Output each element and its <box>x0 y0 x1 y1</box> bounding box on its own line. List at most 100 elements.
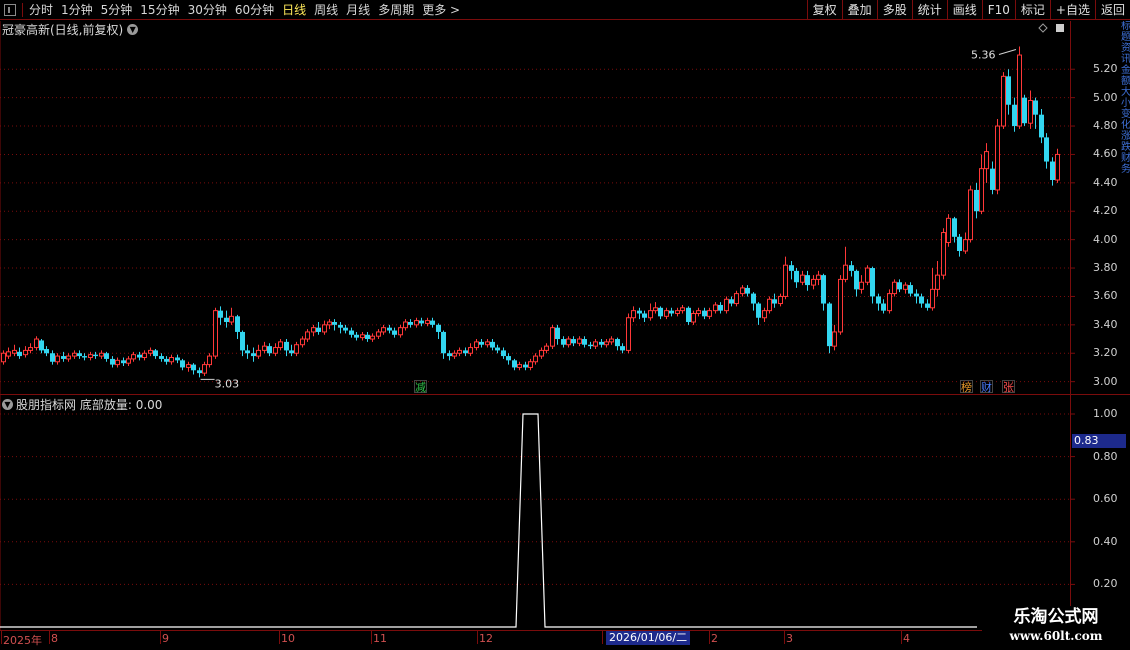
indicator-tick-label: 1.00 <box>1093 407 1118 420</box>
candle-down <box>316 327 321 332</box>
candle-up <box>675 310 680 314</box>
indicator-tick-label: 0.80 <box>1093 449 1118 463</box>
candle-up <box>131 354 136 360</box>
event-marker[interactable]: 张 <box>1002 380 1015 394</box>
candle-down <box>343 327 348 331</box>
candle-up <box>452 352 457 357</box>
candle-down <box>408 322 413 325</box>
candle-up <box>12 349 17 354</box>
candle-up <box>767 298 772 312</box>
candle-up <box>941 232 946 276</box>
high-arrow <box>998 49 1017 55</box>
watermark-title: 乐淘公式网 <box>1013 607 1099 627</box>
candle-down <box>495 347 500 351</box>
candle-down <box>164 358 169 362</box>
current-value-badge: 0.83 <box>1072 434 1126 448</box>
low-price-label: 3.03 <box>215 377 240 390</box>
candle-up <box>1017 54 1022 127</box>
candle-down <box>870 268 875 297</box>
indicator-tick-label: 0.60 <box>1093 492 1118 506</box>
candle-up <box>207 355 212 366</box>
candle-up <box>984 151 989 170</box>
candle-down <box>110 358 115 365</box>
candle-up <box>783 264 788 297</box>
price-tick-label: 4.20 <box>1093 204 1118 218</box>
candle-down <box>561 339 566 345</box>
candle-down <box>789 265 794 271</box>
candle-up <box>707 310 712 317</box>
candle-down <box>794 270 799 283</box>
price-chart[interactable]: 5.36 3.03 <box>0 0 1130 650</box>
candle-up <box>1055 153 1060 181</box>
candle-down <box>224 317 229 322</box>
candle-down <box>501 350 506 357</box>
candle-down <box>104 353 109 359</box>
candle-up <box>963 239 968 252</box>
price-tick-label: 3.00 <box>1093 374 1118 388</box>
candle-down <box>914 293 919 297</box>
candle-up <box>6 351 11 357</box>
candle-down <box>952 218 957 237</box>
candle-up <box>577 338 582 344</box>
candle-up <box>740 287 745 295</box>
event-marker[interactable]: 减 <box>414 380 427 394</box>
candle-down <box>441 331 446 354</box>
price-tick-label: 4.60 <box>1093 147 1118 161</box>
candle-down <box>419 320 424 324</box>
candle-down <box>251 353 256 357</box>
candle-down <box>191 364 196 371</box>
candle-down <box>436 324 441 332</box>
event-marker[interactable]: 财 <box>980 380 993 394</box>
candle-up <box>457 349 462 354</box>
candle-up <box>305 331 310 340</box>
candle-down <box>153 350 158 357</box>
candle-up <box>843 264 848 280</box>
candle-up <box>1028 99 1033 124</box>
candle-up <box>376 331 381 337</box>
candle-down <box>658 307 663 317</box>
candle-down <box>349 330 354 335</box>
candle-up <box>566 338 571 346</box>
candle-down <box>637 310 642 314</box>
candle-down <box>718 304 723 311</box>
candle-down <box>1006 76 1011 105</box>
candle-up <box>680 307 685 312</box>
candle-down <box>805 275 810 286</box>
candle-down <box>44 348 49 354</box>
candle-down <box>751 293 756 304</box>
candle-up <box>903 284 908 290</box>
indicator-tick-label: 0.20 <box>1093 577 1118 591</box>
candle-up <box>186 364 191 368</box>
indicator-tick-label: 0.40 <box>1093 534 1118 548</box>
candle-up <box>696 310 701 314</box>
candle-up <box>832 331 837 347</box>
candle-down <box>245 350 250 354</box>
candle-up <box>1 352 6 363</box>
price-tick-label: 4.00 <box>1093 232 1118 246</box>
candle-down <box>1050 161 1055 180</box>
candle-up <box>403 321 408 329</box>
event-marker[interactable]: 榜 <box>960 380 973 394</box>
side-info-strip[interactable]: 标题资讯金额大小变化涨跌财务 <box>1121 21 1130 630</box>
candle-down <box>479 341 484 345</box>
candle-up <box>713 304 718 312</box>
candle-up <box>664 310 669 317</box>
candle-up <box>979 168 984 212</box>
candle-down <box>240 331 245 351</box>
x-tick-label: 2 <box>711 632 718 645</box>
candle-down <box>77 353 82 357</box>
candle-up <box>653 307 658 312</box>
candle-down <box>849 265 854 271</box>
candle-up <box>322 324 327 333</box>
candle-down <box>729 299 734 304</box>
candle-down <box>93 354 98 357</box>
candle-up <box>631 310 636 319</box>
candle-down <box>821 275 826 304</box>
candle-up <box>88 354 93 359</box>
candle-up <box>202 364 207 374</box>
price-tick-label: 3.60 <box>1093 289 1118 303</box>
candle-up <box>691 312 696 323</box>
candle-up <box>474 341 479 349</box>
candle-down <box>267 346 272 354</box>
candle-up <box>859 281 864 290</box>
